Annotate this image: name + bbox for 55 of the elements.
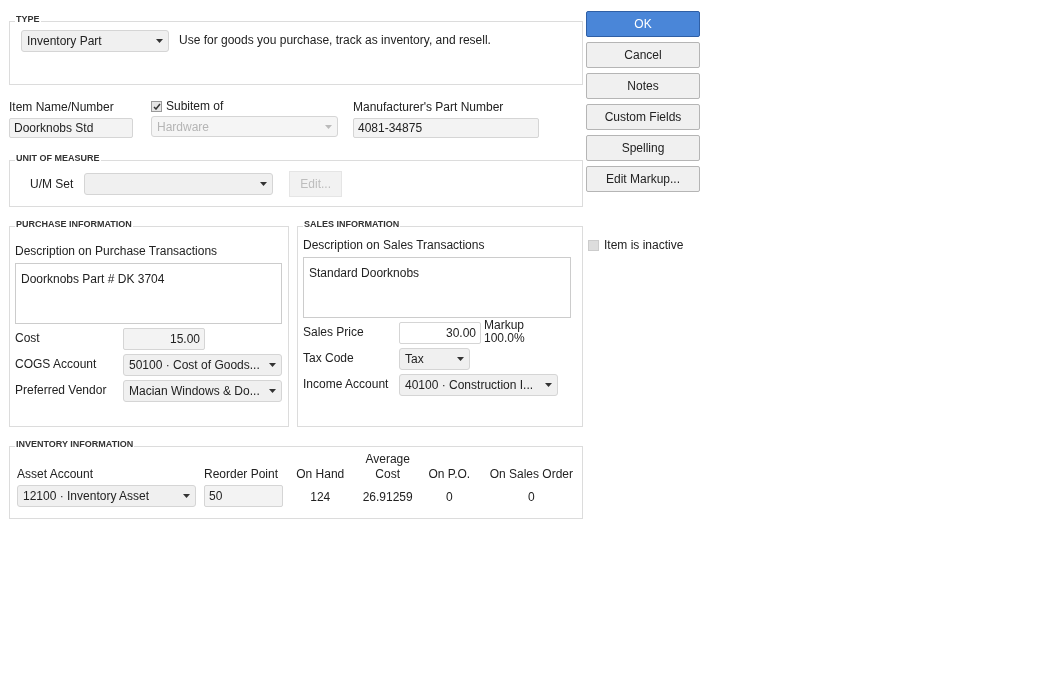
field-label: Reorder Point xyxy=(204,466,280,483)
caret-icon xyxy=(156,39,163,43)
checkbox-label: Subitem of xyxy=(166,98,224,115)
dialog-button[interactable]: Edit Markup... xyxy=(586,166,700,192)
field-label: Description on Sales Transactions xyxy=(303,237,486,254)
field-label: Tax Code xyxy=(303,350,355,367)
column-header: Average Cost xyxy=(364,452,411,482)
caret-icon xyxy=(260,181,268,186)
stat-value: 0 xyxy=(445,489,453,506)
dropdown[interactable] xyxy=(84,172,274,195)
caret-icon xyxy=(545,383,552,387)
dropdown[interactable]: Macian Windows & Do... xyxy=(123,380,282,402)
description-textarea[interactable]: Doorknobs Part # DK 3704 xyxy=(15,263,282,324)
description-textarea[interactable]: Standard Doorknobs xyxy=(303,257,571,318)
input-field[interactable]: 4081-34875 xyxy=(353,118,539,138)
caret-icon xyxy=(457,357,464,361)
type-description: Use for goods you purchase, track as inventory, and resell. xyxy=(179,32,491,49)
field-label: Item Name/Number xyxy=(9,99,115,116)
column-header: On P.O. xyxy=(428,467,471,482)
markup-value: 100.0% xyxy=(484,332,525,345)
dialog-button[interactable]: Custom Fields xyxy=(586,104,700,130)
dialog-button[interactable]: Notes xyxy=(586,73,700,99)
field-label: Asset Account xyxy=(17,466,95,483)
checkbox-label: Item is inactive xyxy=(604,237,684,254)
dropdown[interactable]: 40100 · Construction I... xyxy=(399,374,558,396)
caret-icon xyxy=(325,124,332,129)
dropdown[interactable]: 12100 · Inventory Asset xyxy=(17,485,196,507)
field-label: Cost xyxy=(15,330,41,347)
input-field[interactable]: 30.00 xyxy=(399,322,481,344)
dropdown[interactable]: Tax xyxy=(399,348,470,370)
field-label: Sales Price xyxy=(303,324,365,341)
markup-label: Markup xyxy=(484,319,525,332)
dialog-button[interactable]: OK xyxy=(586,11,700,37)
checkmark-icon xyxy=(152,102,161,110)
input-field[interactable]: 50 xyxy=(204,485,283,507)
field-label: Description on Purchase Transactions xyxy=(15,243,219,260)
stat-value: 0 xyxy=(528,489,535,506)
column-header: On Hand xyxy=(296,467,345,482)
input-field[interactable]: Doorknobs Std xyxy=(9,118,133,138)
caret-icon xyxy=(269,389,276,393)
dialog-button[interactable]: Spelling xyxy=(586,135,700,161)
field-label: Income Account xyxy=(303,376,390,393)
field-label: Manufacturer's Part Number xyxy=(353,99,505,116)
column-header: On Sales Order xyxy=(489,467,574,482)
field-label: Preferred Vendor xyxy=(15,382,108,399)
input-field[interactable]: 15.00 xyxy=(123,328,205,350)
dialog-button[interactable]: Cancel xyxy=(586,42,700,68)
field-label: COGS Account xyxy=(15,356,98,373)
caret-icon xyxy=(183,494,190,498)
dropdown[interactable]: 50100 · Cost of Goods... xyxy=(123,354,282,376)
caret-icon xyxy=(269,363,276,367)
field-label: U/M Set xyxy=(30,175,74,193)
stat-value: 26.91259 xyxy=(362,489,413,506)
dropdown[interactable]: Inventory Part xyxy=(21,30,169,52)
stat-value: 124 xyxy=(310,489,331,506)
